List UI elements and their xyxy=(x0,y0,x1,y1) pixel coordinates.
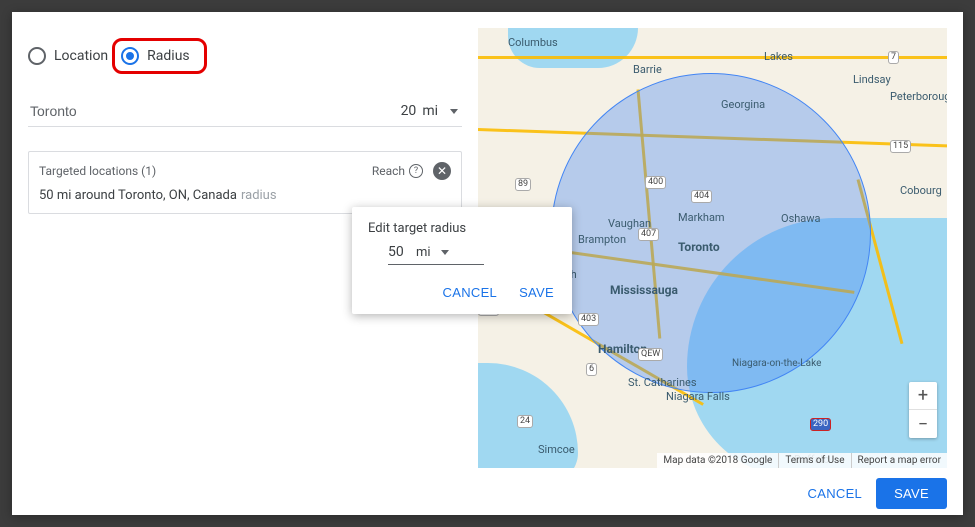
remove-icon[interactable]: ✕ xyxy=(433,162,451,180)
popup-input-row[interactable]: 50 mi xyxy=(388,244,484,265)
map-label: Barrie xyxy=(633,63,662,76)
location-targeting-dialog: Location Radius 20 mi Targeted locations… xyxy=(12,12,963,515)
radio-icon xyxy=(28,47,46,65)
dialog-save-button[interactable]: SAVE xyxy=(876,478,947,509)
route-shield-icon: 400 xyxy=(645,176,666,189)
chevron-down-icon[interactable] xyxy=(450,109,458,114)
map-copyright: Map data ©2018 Google xyxy=(657,453,778,468)
popup-save-button[interactable]: SAVE xyxy=(517,281,556,304)
map-label: Georgina xyxy=(721,98,765,111)
target-text: 50 mi around Toronto, ON, Canada xyxy=(39,188,237,203)
map-label: Oshawa xyxy=(781,212,821,225)
distance-value[interactable]: 20 xyxy=(386,103,416,119)
map-zoom-controls: + − xyxy=(909,382,937,438)
radio-label: Location xyxy=(54,48,108,64)
route-shield-icon: 407 xyxy=(638,228,659,241)
map-label: Brampton xyxy=(578,233,626,246)
reach-group: Reach ? ✕ xyxy=(372,162,451,180)
route-shield-icon: 24 xyxy=(517,415,533,428)
zoom-out-button[interactable]: − xyxy=(909,410,937,438)
popup-cancel-button[interactable]: CANCEL xyxy=(441,281,500,304)
route-shield-icon: 6 xyxy=(586,363,597,376)
map-label: Simcoe xyxy=(538,443,575,456)
route-shield-icon: QEW xyxy=(638,348,663,361)
radio-icon xyxy=(121,47,139,65)
map-attribution: Map data ©2018 Google Terms of Use Repor… xyxy=(657,453,947,468)
map-label: Cobourg xyxy=(900,184,942,197)
map-label: Mississauga xyxy=(610,283,678,297)
chevron-down-icon[interactable] xyxy=(441,250,449,255)
map-report-link[interactable]: Report a map error xyxy=(851,453,947,468)
map-label: Columbus xyxy=(508,36,558,49)
target-row[interactable]: 50 mi around Toronto, ON, Canada radius xyxy=(39,188,451,203)
zoom-in-button[interactable]: + xyxy=(909,382,937,410)
route-shield-icon: 7 xyxy=(888,51,899,64)
radio-option-location[interactable]: Location xyxy=(28,47,108,65)
targeted-locations-card: Targeted locations (1) Reach ? ✕ 50 mi a… xyxy=(28,151,462,214)
location-input[interactable] xyxy=(28,102,386,120)
route-shield-icon: 404 xyxy=(691,190,712,203)
targets-header: Targeted locations (1) Reach ? ✕ xyxy=(39,162,451,180)
popup-title: Edit target radius xyxy=(368,221,556,236)
target-suffix: radius xyxy=(241,188,277,203)
radius-input-row: 20 mi xyxy=(28,102,462,127)
dialog-cancel-button[interactable]: CANCEL xyxy=(806,478,865,509)
map-label: Lindsay xyxy=(853,73,891,86)
distance-unit: mi xyxy=(422,103,438,119)
popup-radius-value[interactable]: 50 xyxy=(388,244,416,260)
radio-label: Radius xyxy=(147,48,190,64)
help-icon[interactable]: ? xyxy=(409,164,423,178)
dialog-content: Location Radius 20 mi Targeted locations… xyxy=(12,12,963,468)
route-shield-icon: 89 xyxy=(515,178,531,191)
map-label: Toronto xyxy=(678,240,720,254)
route-shield-icon: 290 xyxy=(810,418,831,431)
route-shield-icon: 115 xyxy=(890,140,911,153)
map-terms-link[interactable]: Terms of Use xyxy=(778,453,850,468)
map-label: Lakes xyxy=(764,50,793,63)
reach-label: Reach xyxy=(372,164,405,178)
map-label: Niagara Falls xyxy=(666,390,730,403)
edit-radius-popup: Edit target radius 50 mi CANCEL SAVE xyxy=(352,207,572,314)
dialog-actions: CANCEL SAVE xyxy=(12,468,963,523)
popup-radius-unit: mi xyxy=(416,245,431,260)
target-type-radio-group: Location Radius xyxy=(28,38,462,74)
map-label: Markham xyxy=(678,211,725,224)
map-road xyxy=(478,56,947,59)
map-label: Niagara-on-the-Lake xyxy=(732,358,821,369)
popup-actions: CANCEL SAVE xyxy=(368,281,556,304)
route-shield-icon: 403 xyxy=(578,313,599,326)
targets-title: Targeted locations (1) xyxy=(39,164,156,178)
radio-option-radius[interactable]: Radius xyxy=(112,38,207,74)
map-label: Peterborough xyxy=(890,90,947,103)
map-label: St. Catharines xyxy=(628,376,697,389)
